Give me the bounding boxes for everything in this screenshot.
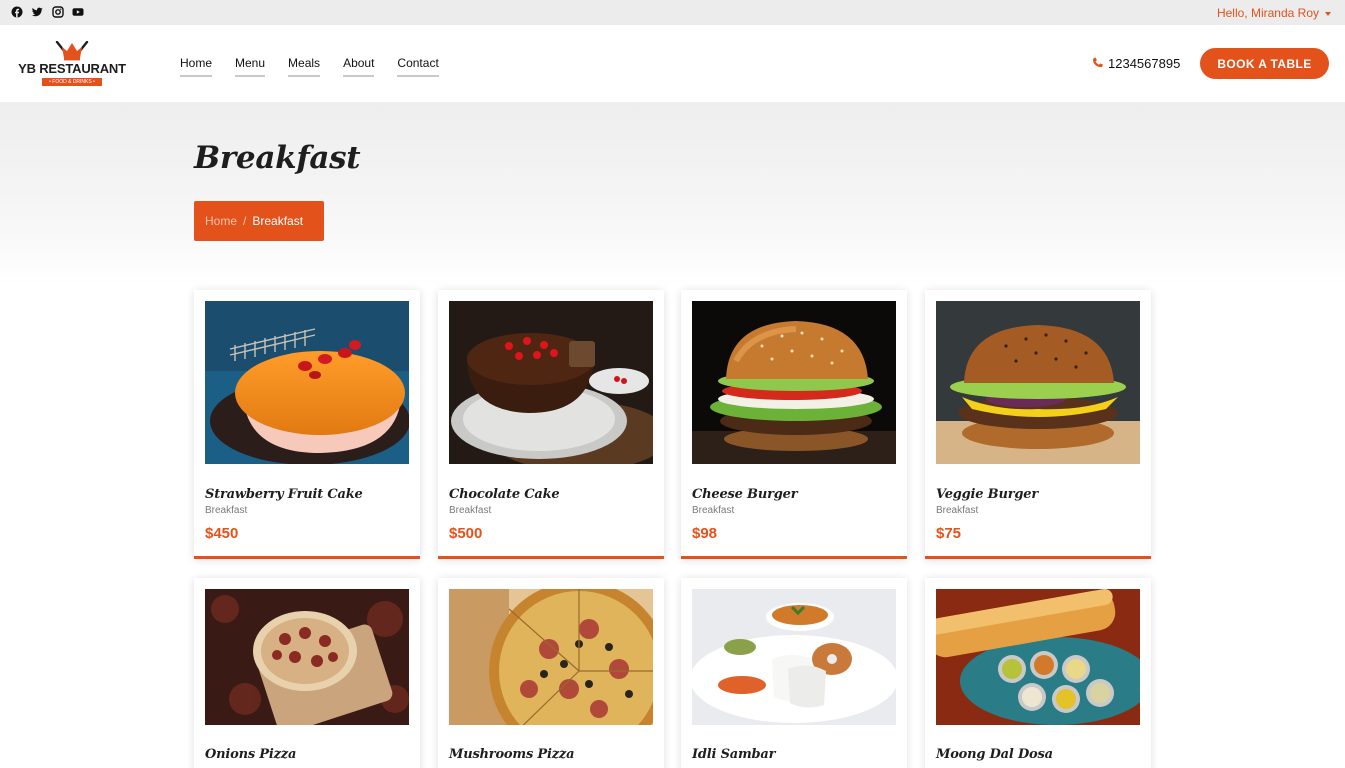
nav-home[interactable]: Home (180, 56, 213, 77)
item-category: Breakfast (936, 505, 979, 516)
crown-icon (55, 41, 89, 61)
item-name: Mushrooms Pizza (449, 747, 575, 762)
cheese-burger-image (692, 301, 896, 464)
item-name: Cheese Burger (692, 487, 798, 502)
menu-card-moong-dal-dosa[interactable]: Moong Dal Dosa (925, 578, 1151, 768)
strawberry-fruit-cake-image (205, 301, 409, 464)
breadcrumb-current: Breakfast (252, 214, 304, 228)
onions-pizza-image (205, 589, 409, 725)
user-greeting: Hello, Miranda Roy (1216, 6, 1319, 20)
nav-meals[interactable]: Meals (288, 56, 321, 77)
nav-about[interactable]: About (343, 56, 375, 77)
facebook-icon[interactable] (11, 6, 23, 18)
nav-menu[interactable]: Menu (235, 56, 266, 77)
phone-icon (1093, 57, 1103, 68)
restaurant-logo[interactable]: YB RESTAURANT • FOOD & DRINKS • (16, 41, 128, 89)
main-nav: Home Menu Meals About Contact (180, 56, 462, 77)
menu-card-onions-pizza[interactable]: Onions Pizza (194, 578, 420, 768)
menu-card-mushrooms-pizza[interactable]: Mushrooms Pizza (438, 578, 664, 768)
item-category: Breakfast (449, 505, 492, 516)
caret-down-icon (1325, 11, 1331, 16)
logo-name: YB RESTAURANT (18, 61, 126, 76)
phone-number: 1234567895 (1108, 56, 1181, 71)
item-name: Idli Sambar (692, 747, 776, 762)
moong-dal-dosa-image (936, 589, 1140, 725)
page-hero: Breakfast Home / Breakfast (0, 102, 1345, 287)
phone-link[interactable]: 1234567895 (1091, 56, 1180, 71)
instagram-icon[interactable] (52, 6, 64, 18)
menu-card-veggie-burger[interactable]: Veggie Burger Breakfast $75 (925, 290, 1151, 559)
item-name: Onions Pizza (205, 747, 297, 762)
item-price: $98 (692, 525, 718, 542)
menu-card-idli-sambar[interactable]: Idli Sambar (681, 578, 907, 768)
page-title: Breakfast (194, 140, 361, 176)
item-price: $75 (936, 525, 962, 542)
main-header: YB RESTAURANT • FOOD & DRINKS • Home Men… (0, 25, 1345, 102)
menu-card-chocolate-cake[interactable]: Chocolate Cake Breakfast $500 (438, 290, 664, 559)
nav-contact[interactable]: Contact (397, 56, 439, 77)
item-category: Breakfast (692, 505, 735, 516)
twitter-icon[interactable] (31, 6, 43, 18)
logo-tagline: • FOOD & DRINKS • (42, 78, 102, 86)
item-price: $450 (205, 525, 239, 542)
user-menu[interactable]: Hello, Miranda Roy (1217, 6, 1331, 20)
menu-card-cheese-burger[interactable]: Cheese Burger Breakfast $98 (681, 290, 907, 559)
veggie-burger-image (936, 301, 1140, 464)
book-table-button[interactable]: BOOK A TABLE (1200, 48, 1329, 79)
breadcrumb: Home / Breakfast (194, 201, 324, 241)
item-category: Breakfast (205, 505, 248, 516)
idli-sambar-image (692, 589, 896, 725)
item-name: Chocolate Cake (449, 487, 560, 502)
top-bar: Hello, Miranda Roy (0, 0, 1345, 25)
breadcrumb-separator: / (243, 214, 247, 228)
youtube-icon[interactable] (72, 6, 84, 18)
item-name: Moong Dal Dosa (936, 747, 1053, 762)
item-name: Strawberry Fruit Cake (205, 487, 363, 502)
chocolate-cake-image (449, 301, 653, 464)
item-name: Veggie Burger (936, 487, 1038, 502)
mushrooms-pizza-image (449, 589, 653, 725)
breadcrumb-home-link[interactable]: Home (205, 214, 237, 228)
menu-card-strawberry-fruit-cake[interactable]: Strawberry Fruit Cake Breakfast $450 (194, 290, 420, 559)
item-price: $500 (449, 525, 483, 542)
